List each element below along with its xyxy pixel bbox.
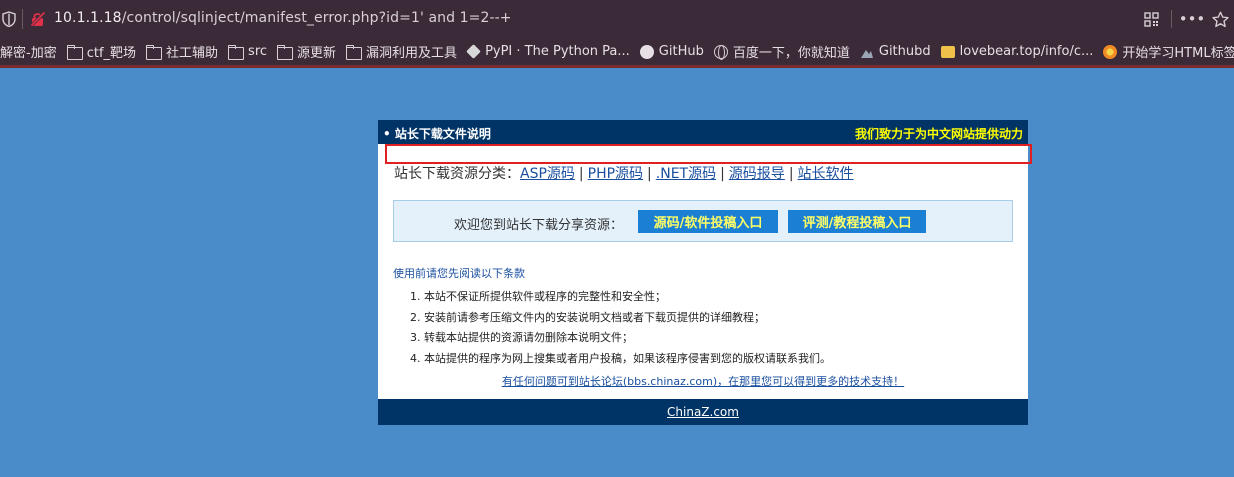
bookmark-label: 源更新 (297, 46, 337, 61)
bookmark-label: src (248, 44, 268, 59)
insecure-lock-icon[interactable] (30, 11, 46, 27)
panel-header: • 站长下载文件说明 我们致力于为中文网站提供动力 (378, 120, 1028, 144)
category-dotnet-link[interactable]: .NET源码 (656, 166, 716, 182)
welcome-box: 欢迎您到站长下载分享资源： 源码/软件投稿入口 评测/教程投稿入口 (393, 200, 1013, 242)
bookmark-label: 漏洞利用及工具 (366, 46, 458, 61)
bookmark-lovebear[interactable]: lovebear.top/info/c... (940, 41, 1094, 63)
rule-item: 2. 安装前请参考压缩文件内的安装说明文档或者下载页提供的详细教程； (410, 310, 765, 324)
bookmark-folder-source-update[interactable]: 源更新 (277, 41, 336, 63)
url-host: 10.1.1.18 (54, 10, 122, 26)
bookmark-label: ctf_靶场 (86, 46, 137, 61)
bookmark-label: 解密-加密 (0, 46, 57, 61)
folder-icon (228, 44, 245, 60)
bookmark-folder-ctf[interactable]: ctf_靶场 (66, 41, 137, 63)
bookmark-label: PyPI · The Python Pa... (485, 44, 630, 59)
url-bar-actions: ••• (1137, 8, 1234, 30)
help-line: 有任何问题可到站长论坛(bbs.chinaz.com)，在那里您可以得到更多的技… (378, 373, 1028, 389)
notice-heading: 使用前请您先阅读以下条款 (393, 267, 525, 280)
rules-list: 1. 本站不保证所提供软件或程序的完整性和安全性； 2. 安装前请参考压缩文件内… (410, 287, 831, 369)
categories-label: 站长下载资源分类： (394, 166, 520, 182)
category-news-link[interactable]: 源码报导 (729, 166, 785, 182)
folder-icon (346, 44, 363, 60)
bookmarks-bar: 解密-加密 ctf_靶场 社工辅助 src 源更新 漏洞利用及工具 PyPI ·… (0, 38, 1234, 68)
bookmark-label: lovebear.top/info/c... (959, 44, 1094, 59)
divider: | (788, 166, 794, 182)
category-links: 站长下载资源分类：ASP源码 | PHP源码 | .NET源码 | 源码报导 | 站长软件 (394, 163, 854, 183)
category-software-link[interactable]: 站长软件 (798, 166, 854, 182)
bookmark-label: Githubd (878, 44, 931, 59)
rule-item: 1. 本站不保证所提供软件或程序的完整性和安全性； (410, 290, 666, 303)
bookmark-github[interactable]: GitHub (639, 41, 704, 63)
url-text[interactable]: 10.1.1.18/control/sqlinject/manifest_err… (54, 10, 512, 26)
url-path: /control/sqlinject/manifest_error.php?id… (121, 10, 512, 26)
html-icon (1103, 44, 1118, 59)
qr-code-icon[interactable] (1137, 8, 1165, 30)
divider: | (578, 166, 584, 182)
submit-source-button[interactable]: 源码/软件投稿入口 (638, 210, 778, 233)
bookmark-folder-exploits[interactable]: 漏洞利用及工具 (346, 41, 457, 63)
more-icon[interactable]: ••• (1178, 8, 1206, 30)
bookmark-folder-social[interactable]: 社工辅助 (146, 41, 218, 63)
bookmark-pypi[interactable]: PyPI · The Python Pa... (466, 41, 630, 63)
footer-chinaz-link[interactable]: ChinaZ.com (667, 405, 739, 419)
bookmark-decrypt[interactable]: 解密-加密 (0, 41, 57, 63)
browser-url-bar[interactable]: 10.1.1.18/control/sqlinject/manifest_err… (0, 0, 1234, 38)
panel-slogan: 我们致力于为中文网站提供动力 (854, 127, 1023, 141)
bookmark-folder-src[interactable]: src (228, 41, 267, 63)
github-icon (639, 44, 654, 59)
divider: | (720, 166, 725, 182)
bookmark-label: 开始学习HTML标签 | ... (1122, 46, 1234, 61)
folder-icon (66, 44, 83, 60)
highlight-box (385, 144, 1032, 164)
shield-icon[interactable] (2, 11, 16, 27)
url-bar-separator (22, 9, 23, 29)
forum-help-link[interactable]: 有任何问题可到站长论坛(bbs.chinaz.com)，在那里您可以得到更多的技… (502, 375, 904, 388)
download-notice-panel: • 站长下载文件说明 我们致力于为中文网站提供动力 站长下载资源分类：ASP源码… (378, 120, 1028, 425)
bookmark-baidu[interactable]: 百度一下，你就知道 (713, 41, 850, 63)
star-icon[interactable] (1206, 8, 1234, 30)
mountain-icon (860, 49, 873, 58)
panel-footer: ChinaZ.com (378, 399, 1028, 425)
bookmark-label: 百度一下，你就知道 (732, 46, 850, 61)
divider: | (647, 166, 652, 182)
folder-icon (277, 44, 294, 60)
toolbar-separator (1171, 10, 1172, 28)
bookmark-label: 社工辅助 (166, 46, 219, 61)
category-asp-link[interactable]: ASP源码 (520, 166, 575, 182)
category-php-link[interactable]: PHP源码 (588, 166, 643, 182)
folder-icon (146, 44, 163, 60)
bookmark-label: GitHub (658, 44, 704, 59)
bookmark-html-tags[interactable]: 开始学习HTML标签 | ... (1103, 41, 1234, 63)
rule-item: 4. 本站提供的程序为网上搜集或者用户投稿，如果该程序侵害到您的版权请联系我们。 (410, 351, 831, 365)
submit-review-button[interactable]: 评测/教程投稿入口 (788, 210, 926, 233)
globe-icon (713, 44, 728, 60)
bookmark-githubd[interactable]: Githubd (860, 41, 931, 63)
pypi-icon (466, 44, 481, 59)
rule-item: 3. 转载本站提供的资源请勿删除本说明文件； (410, 331, 633, 344)
panel-title: • 站长下载文件说明 (383, 127, 491, 141)
box-icon (940, 45, 955, 58)
welcome-text: 欢迎您到站长下载分享资源： (454, 218, 624, 233)
